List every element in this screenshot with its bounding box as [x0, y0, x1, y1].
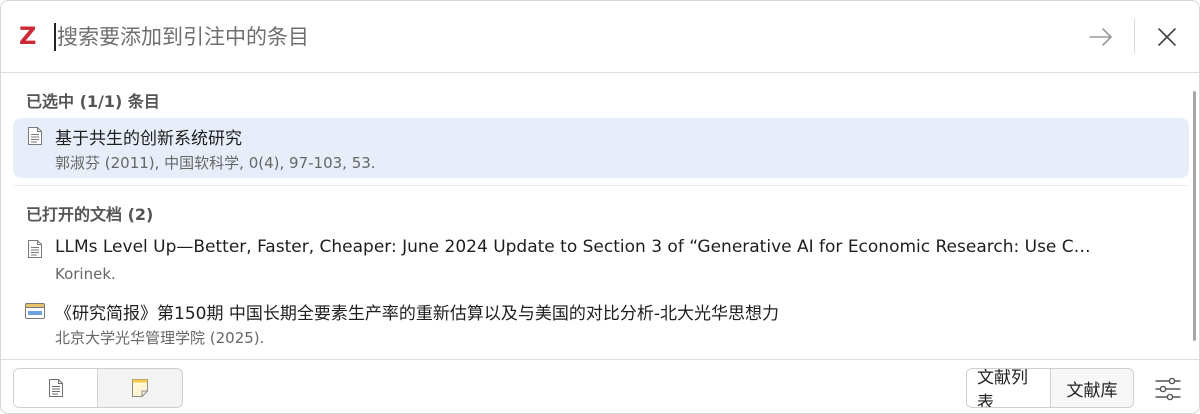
search-bar: Z [1, 1, 1199, 73]
webpage-icon [25, 303, 45, 319]
library-button[interactable]: 文献库 [1051, 369, 1133, 407]
item-subtitle: Korinek. [55, 265, 116, 283]
settings-button[interactable] [1153, 374, 1183, 404]
arrow-right-icon [1089, 28, 1112, 46]
zotero-logo: Z [19, 22, 37, 50]
section-title-selected: 已选中 (1/1) 条目 [26, 92, 160, 111]
item-subtitle: 郭淑芬 (2011), 中国软科学, 0(4), 97-103, 53. [55, 154, 376, 172]
section-divider [13, 185, 1189, 186]
section-title-open-documents: 已打开的文档 (2) [26, 205, 154, 224]
note-view-icon [132, 379, 148, 397]
item-subtitle: 北京大学光华管理学院 (2025). [55, 329, 265, 347]
bottom-toolbar: 文献列表 文献库 [1, 359, 1199, 413]
item-title: LLMs Level Up—Better, Faster, Cheaper: J… [55, 237, 1091, 257]
item-title: 《研究简报》第150期 中国长期全要素生产率的重新估算以及与美国的对比分析-北大… [55, 304, 779, 324]
document-icon [28, 240, 42, 258]
search-input[interactable] [57, 19, 1057, 55]
document-view-button[interactable] [14, 369, 98, 407]
bibliography-button[interactable]: 文献列表 [967, 369, 1051, 407]
citation-dialog: Z 已选中 (1/1) 条目 基于共生的创新系统研究 郭淑芬 (2011), 中… [0, 0, 1200, 414]
document-icon [28, 127, 42, 145]
close-button[interactable] [1151, 21, 1183, 53]
toolbar-separator [1134, 19, 1135, 53]
close-icon [1158, 28, 1176, 46]
document-view-icon [48, 379, 63, 397]
item-title: 基于共生的创新系统研究 [55, 129, 242, 149]
view-toggle [13, 368, 183, 408]
scrollbar[interactable] [1193, 91, 1196, 341]
list-item-open-document[interactable]: LLMs Level Up—Better, Faster, Cheaper: J… [13, 231, 1189, 291]
list-item-selected[interactable]: 基于共生的创新系统研究 郭淑芬 (2011), 中国软科学, 0(4), 97-… [13, 118, 1189, 178]
note-view-button[interactable] [98, 369, 182, 407]
text-caret [54, 23, 56, 51]
settings-sliders-icon [1155, 377, 1181, 401]
mode-buttons: 文献列表 文献库 [966, 368, 1134, 408]
arrow-right-button[interactable] [1085, 21, 1117, 53]
list-item-open-document[interactable]: 《研究简报》第150期 中国长期全要素生产率的重新估算以及与美国的对比分析-北大… [13, 293, 1189, 353]
